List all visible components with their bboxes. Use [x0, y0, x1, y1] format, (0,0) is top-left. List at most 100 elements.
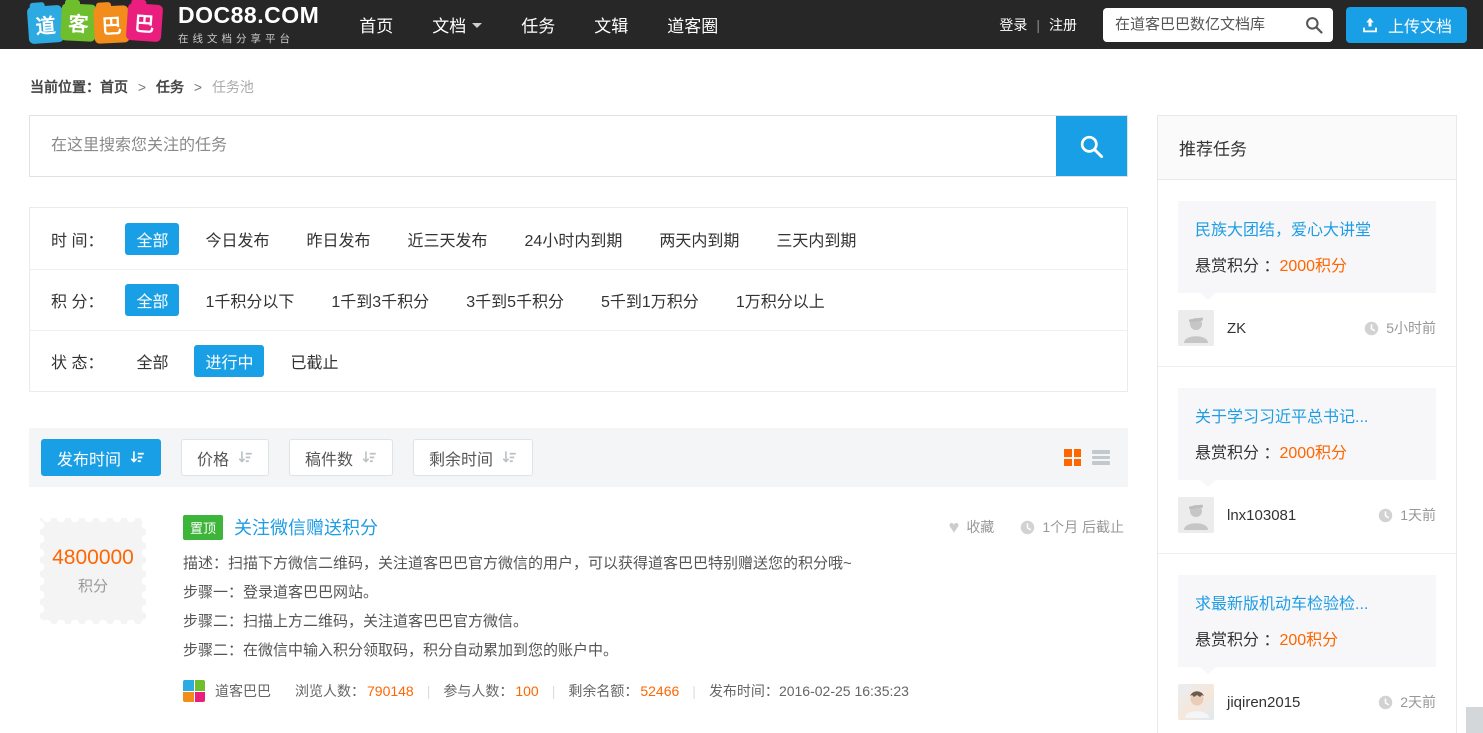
stat-remaining-label: 剩余名额：	[568, 681, 638, 701]
task-title-row: 置顶 关注微信赠送积分 ♥ 收藏 1个月 后截止	[183, 514, 1124, 540]
recommended-tasks-panel: 推荐任务 民族大团结，爱心大讲堂 悬赏积分 ：2000积分 ZK	[1157, 115, 1457, 733]
time-filter-due2days[interactable]: 两天内到期	[648, 223, 750, 255]
favorite-button[interactable]: ♥ 收藏	[949, 517, 995, 537]
publisher-avatar-icon	[183, 680, 205, 702]
deadline-text: 1个月 后截止	[1042, 517, 1124, 537]
brand-block[interactable]: DOC88.COM 在线文档分享平台	[178, 4, 319, 46]
breadcrumb-home[interactable]: 首页	[100, 79, 128, 95]
auth-separator: |	[1036, 17, 1040, 33]
heart-icon: ♥	[949, 518, 960, 536]
filter-row-time: 时 间： 全部 今日发布 昨日发布 近三天发布 24小时内到期 两天内到期 三天…	[30, 208, 1127, 269]
list-view-icon[interactable]	[1092, 449, 1110, 466]
points-filter-under1k[interactable]: 1千积分以下	[194, 284, 305, 316]
register-link[interactable]: 注册	[1049, 15, 1077, 35]
task-time-text: 1天前	[1400, 505, 1436, 525]
task-user-name[interactable]: jiqiren2015	[1227, 694, 1300, 711]
brand-name: DOC88.COM	[178, 4, 319, 27]
logo-folder-icon: 客	[60, 3, 97, 42]
nav-item-collections[interactable]: 文辑	[594, 12, 628, 37]
nav-item-documents[interactable]: 文档	[432, 12, 482, 37]
status-filter-all[interactable]: 全部	[125, 345, 179, 377]
recommended-task-title[interactable]: 民族大团结，爱心大讲堂	[1195, 216, 1419, 240]
task-body: 置顶 关注微信赠送积分 ♥ 收藏 1个月 后截止	[183, 514, 1128, 702]
sort-by-publish-time-button[interactable]: 发布时间	[41, 439, 161, 476]
deadline-info: 1个月 后截止	[1020, 517, 1124, 537]
time-filter-today[interactable]: 今日发布	[194, 223, 280, 255]
login-link[interactable]: 登录	[999, 15, 1027, 35]
points-filter-3k-5k[interactable]: 3千到5千积分	[455, 284, 575, 316]
header-search-input[interactable]	[1115, 16, 1304, 33]
breadcrumb-tasks[interactable]: 任务	[156, 79, 184, 95]
sort-desc-icon	[130, 450, 145, 465]
search-icon[interactable]	[1304, 15, 1324, 35]
time-filter-last3days[interactable]: 近三天发布	[397, 223, 499, 255]
clock-icon	[1378, 508, 1393, 523]
reward-line: 悬赏积分 ：2000积分	[1195, 252, 1419, 276]
nav-item-home[interactable]: 首页	[359, 12, 393, 37]
card-pointer	[1200, 667, 1216, 674]
filter-row-status: 状 态： 全部 进行中 已截止	[30, 330, 1127, 391]
task-user-row: jiqiren2015 2天前	[1178, 667, 1436, 733]
reward-line: 悬赏积分 ：2000积分	[1195, 439, 1419, 463]
logo-folder-icon: 巴	[93, 5, 130, 44]
sort-label: 稿件数	[305, 446, 353, 470]
points-filter-all[interactable]: 全部	[125, 284, 179, 316]
avatar[interactable]	[1178, 310, 1214, 346]
breadcrumb-separator: >	[138, 79, 146, 95]
upload-document-button[interactable]: 上传文档	[1346, 7, 1467, 43]
task-user-name[interactable]: lnx103081	[1227, 507, 1296, 524]
nav-item-tasks[interactable]: 任务	[521, 12, 555, 37]
recommended-task-title[interactable]: 求最新版机动车检验检...	[1195, 590, 1419, 614]
task-time: 5小时前	[1364, 318, 1436, 338]
scrollbar-thumb[interactable]	[1466, 707, 1483, 733]
filter-label-points: 积 分：	[51, 288, 103, 312]
nav-label: 文辑	[594, 12, 628, 37]
avatar[interactable]	[1178, 497, 1214, 533]
sort-label: 价格	[197, 446, 229, 470]
meta-separator: |	[427, 683, 431, 699]
meta-separator: |	[692, 683, 696, 699]
task-points-value: 4800000	[52, 546, 134, 570]
avatar[interactable]	[1178, 684, 1214, 720]
publisher-name[interactable]: 道客巴巴	[215, 681, 271, 701]
points-filter-5k-10k[interactable]: 5千到1万积分	[590, 284, 710, 316]
favorite-label: 收藏	[966, 517, 994, 537]
filter-row-points: 积 分： 全部 1千积分以下 1千到3千积分 3千到5千积分 5千到1万积分 1…	[30, 269, 1127, 330]
task-meta-row: 道客巴巴 浏览人数：790148 | 参与人数：100 | 剩余名额：52466…	[183, 680, 1124, 702]
publish-time-label: 发布时间：	[709, 681, 779, 701]
reward-value: 2000积分	[1279, 445, 1347, 462]
time-filter-yesterday[interactable]: 昨日发布	[295, 223, 381, 255]
doc88-logo[interactable]: 道 客 巴 巴	[30, 6, 162, 43]
time-filter-all[interactable]: 全部	[125, 223, 179, 255]
nav-label: 任务	[521, 12, 555, 37]
breadcrumb-prefix: 当前位置：	[30, 79, 100, 95]
sort-by-remaining-time-button[interactable]: 剩余时间	[413, 439, 533, 476]
points-filter-over10k[interactable]: 1万积分以上	[725, 284, 836, 316]
sort-desc-icon	[362, 450, 377, 465]
task-search-input[interactable]	[30, 116, 1056, 176]
recommended-task-card[interactable]: 民族大团结，爱心大讲堂 悬赏积分 ：2000积分	[1178, 201, 1436, 293]
grid-view-icon[interactable]	[1064, 449, 1081, 466]
points-filter-1k-3k[interactable]: 1千到3千积分	[320, 284, 440, 316]
person-icon	[1178, 310, 1214, 346]
status-filter-closed[interactable]: 已截止	[279, 345, 349, 377]
status-filter-ongoing[interactable]: 进行中	[194, 345, 264, 377]
time-filter-due3days[interactable]: 三天内到期	[765, 223, 867, 255]
breadcrumb: 当前位置：首页 > 任务 > 任务池	[30, 77, 1483, 97]
breadcrumb-separator: >	[194, 79, 202, 95]
nav-item-circle[interactable]: 道客圈	[667, 12, 718, 37]
sort-by-submissions-button[interactable]: 稿件数	[289, 439, 393, 476]
recommended-task-title[interactable]: 关于学习习近平总书记...	[1195, 403, 1419, 427]
recommended-task-card[interactable]: 关于学习习近平总书记... 悬赏积分 ：2000积分	[1178, 388, 1436, 480]
task-time: 2天前	[1378, 692, 1436, 712]
sort-by-price-button[interactable]: 价格	[181, 439, 269, 476]
task-time: 1天前	[1378, 505, 1436, 525]
time-filter-due24h[interactable]: 24小时内到期	[514, 223, 634, 255]
task-user-row: lnx103081 1天前	[1178, 480, 1436, 553]
task-search-button[interactable]	[1056, 116, 1127, 176]
task-time-text: 2天前	[1400, 692, 1436, 712]
recommended-task-card[interactable]: 求最新版机动车检验检... 悬赏积分 ：200积分	[1178, 575, 1436, 667]
task-title-link[interactable]: 关注微信赠送积分	[234, 514, 378, 540]
task-user-name[interactable]: ZK	[1227, 320, 1246, 337]
publish-time-value: 2016-02-25 16:35:23	[779, 683, 909, 699]
